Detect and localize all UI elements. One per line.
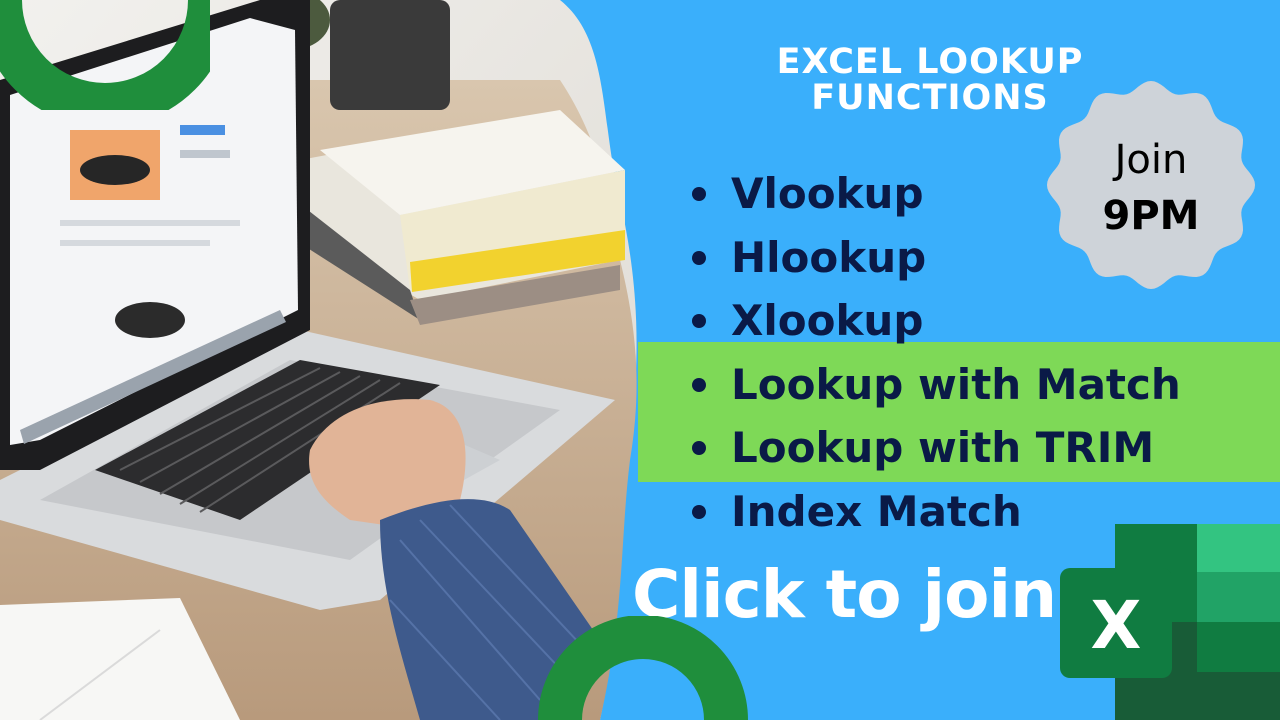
bullet-icon	[692, 250, 706, 265]
list-item: Lookup with Match	[690, 355, 1181, 419]
list-item-label: Lookup with Match	[731, 359, 1181, 409]
list-item: Xlookup	[690, 291, 1181, 355]
bullet-icon	[692, 187, 706, 201]
list-item-label: Vlookup	[731, 169, 924, 218]
badge-text: Join 9PM	[1046, 132, 1256, 244]
green-arc-top-decoration	[0, 0, 210, 110]
green-arc-bottom-decoration	[538, 616, 748, 720]
list-item-label: Xlookup	[731, 296, 924, 345]
list-item-label: Index Match	[731, 486, 1022, 536]
list-item: Lookup with TRIM	[690, 418, 1181, 482]
bullet-icon	[692, 441, 706, 455]
bullet-icon	[692, 504, 706, 519]
list-item-label: Hlookup	[731, 232, 927, 282]
badge-line-1: Join	[1114, 137, 1188, 183]
list-item-label: Lookup with TRIM	[731, 423, 1155, 472]
bullet-icon	[692, 377, 706, 392]
bullet-icon	[692, 314, 706, 328]
excel-logo-icon: X	[1060, 524, 1280, 720]
excel-logo-letter: X	[1091, 587, 1142, 664]
badge-line-2: 9PM	[1102, 193, 1200, 239]
title-line-1: EXCEL LOOKUP	[776, 42, 1084, 82]
